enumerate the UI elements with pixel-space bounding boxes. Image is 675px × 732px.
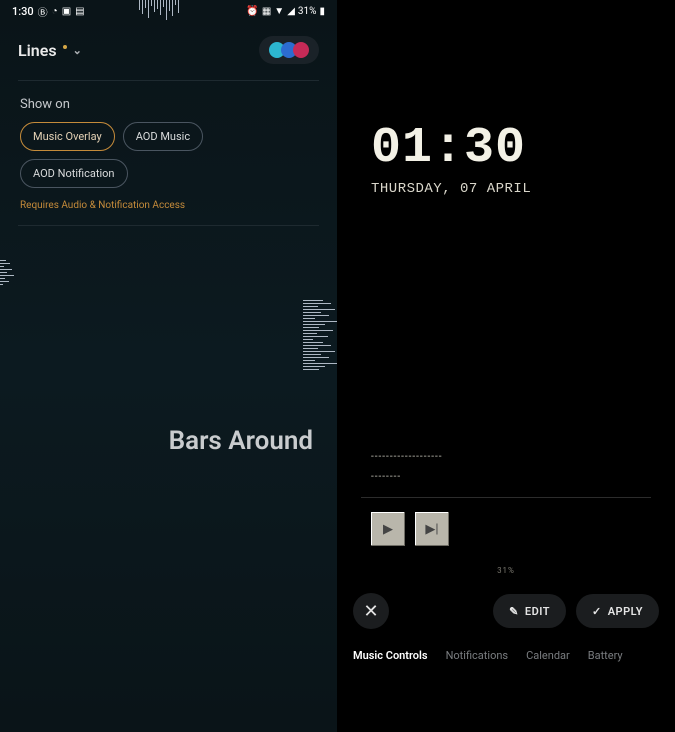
close-icon: ✕ bbox=[363, 601, 378, 622]
next-button[interactable]: ▶| bbox=[415, 512, 449, 546]
battery-text: 31% bbox=[337, 566, 675, 575]
style-dropdown[interactable]: Lines ⌄ bbox=[18, 41, 82, 60]
status-time: 1:30 bbox=[12, 5, 34, 18]
chevron-down-icon: ⌄ bbox=[73, 44, 82, 57]
clock-time: 01:30 bbox=[371, 120, 641, 177]
chip-aod-music[interactable]: AOD Music bbox=[123, 122, 203, 151]
edit-button[interactable]: ✎ EDIT bbox=[493, 594, 566, 628]
check-icon: ✓ bbox=[592, 605, 602, 618]
edit-label: EDIT bbox=[525, 605, 550, 618]
battery-icon: ▮ bbox=[319, 6, 325, 17]
preview-area: Bars Around bbox=[0, 426, 337, 732]
signal-icon: ◢ bbox=[287, 6, 295, 17]
tab-music-controls[interactable]: Music Controls bbox=[353, 649, 428, 662]
show-on-chips: Music Overlay AOD Music AOD Notification bbox=[0, 122, 337, 196]
permission-warning[interactable]: Requires Audio & Notification Access bbox=[0, 196, 337, 223]
media-controls: ▶ ▶| bbox=[337, 512, 675, 546]
preset-title: Bars Around bbox=[0, 426, 337, 456]
apply-label: APPLY bbox=[608, 605, 643, 618]
tab-notifications[interactable]: Notifications bbox=[446, 649, 509, 662]
visualizer-top bbox=[60, 0, 257, 20]
play-icon: ▶ bbox=[383, 522, 393, 537]
pencil-icon: ✎ bbox=[509, 605, 519, 618]
widget-tabs: Music Controls Notifications Calendar Ba… bbox=[337, 639, 675, 672]
right-screen: 01:30 THURSDAY, 07 APRIL ---------------… bbox=[337, 0, 675, 732]
chip-music-overlay[interactable]: Music Overlay bbox=[20, 122, 115, 151]
next-icon: ▶| bbox=[425, 522, 438, 537]
divider bbox=[18, 225, 319, 226]
close-button[interactable]: ✕ bbox=[353, 593, 389, 629]
tab-battery[interactable]: Battery bbox=[588, 649, 623, 662]
visualizer-left bbox=[0, 260, 14, 285]
wifi-icon: ▼ bbox=[274, 6, 284, 17]
chip-aod-notification[interactable]: AOD Notification bbox=[20, 159, 128, 188]
divider bbox=[18, 80, 319, 81]
track-placeholder: --------------------------- bbox=[337, 447, 675, 487]
vibrate-icon: ▦ bbox=[262, 6, 271, 17]
visualizer-right bbox=[303, 300, 337, 370]
new-indicator-dot bbox=[63, 45, 67, 49]
dropdown-label: Lines bbox=[18, 41, 57, 60]
bitcoin-icon: Ⓑ bbox=[38, 4, 48, 19]
clock-block: 01:30 THURSDAY, 07 APRIL bbox=[337, 0, 675, 197]
play-button[interactable]: ▶ bbox=[371, 512, 405, 546]
whatsapp-icon: ◔ bbox=[52, 6, 58, 17]
battery-percent: 31% bbox=[298, 6, 317, 17]
color-picker[interactable] bbox=[259, 36, 319, 64]
divider bbox=[361, 497, 651, 498]
show-on-label: Show on bbox=[0, 93, 337, 122]
clock-date: THURSDAY, 07 APRIL bbox=[371, 181, 641, 197]
apply-button[interactable]: ✓ APPLY bbox=[576, 594, 659, 628]
left-screen: 1:30 Ⓑ ◔ ▣ ▤ ⏰ ▦ ▼ ◢ 31% ▮ Lines ⌄ Show … bbox=[0, 0, 337, 732]
tab-calendar[interactable]: Calendar bbox=[526, 649, 570, 662]
color-swatch-3 bbox=[293, 42, 309, 58]
